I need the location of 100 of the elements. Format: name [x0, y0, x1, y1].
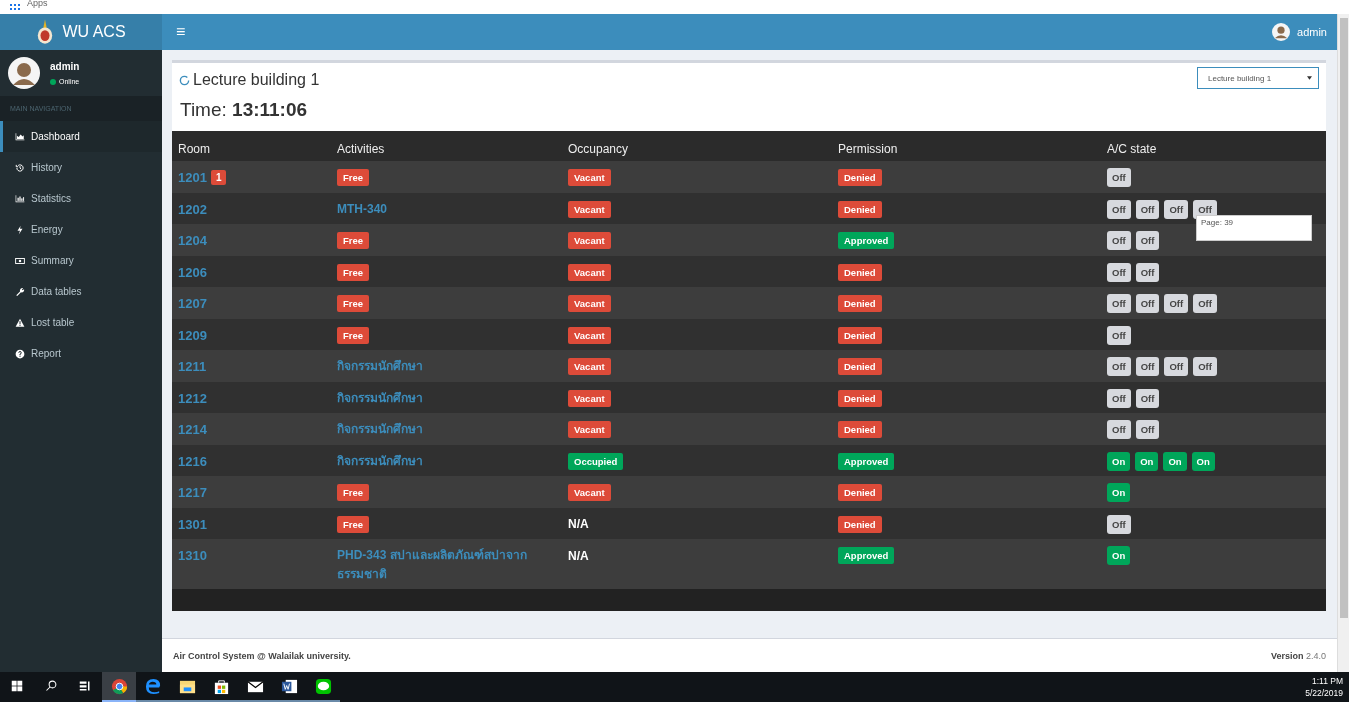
store-bag-icon [212, 677, 230, 695]
footer-credit: Air Control System @ Walailak university. [173, 650, 351, 661]
permission-status: Denied [838, 295, 882, 313]
ac-toggle-button[interactable]: Off [1135, 388, 1160, 408]
permission-status: Approved [838, 232, 895, 250]
room-link[interactable]: 1202 [178, 201, 207, 217]
ac-toggle-button[interactable]: Off [1107, 262, 1131, 282]
ac-toggle-button[interactable]: Off [1107, 231, 1131, 251]
activity-link[interactable]: MTH-340 [337, 199, 387, 219]
activity-status: Free [337, 232, 370, 250]
ac-toggle-button[interactable]: Off [1107, 357, 1131, 377]
permission-status: Denied [838, 515, 882, 533]
version-text: Version 2.4.0 [1270, 650, 1326, 661]
tooltip: Page: 39 [1196, 215, 1312, 241]
occupancy-text: N/A [568, 517, 589, 532]
document-app-icon [280, 677, 298, 695]
ac-toggle-button[interactable]: Off [1193, 357, 1217, 377]
nav-item[interactable]: Lost table [0, 307, 162, 338]
browser-e-icon [144, 677, 162, 695]
permission-status: Denied [838, 169, 882, 187]
apps-grid-icon [10, 4, 22, 10]
activity-link[interactable]: กิจกรรมนักศึกษา [337, 451, 423, 471]
search-icon[interactable] [45, 680, 57, 692]
ac-toggle-button[interactable]: Off [1107, 420, 1131, 440]
room-link[interactable]: 1301 [178, 516, 207, 532]
occupancy-status: Vacant [568, 358, 611, 376]
caret-icon [1307, 76, 1312, 80]
occupancy-status: Vacant [568, 326, 611, 344]
panel-title: Lecture building 1 [179, 71, 320, 89]
ac-toggle-button[interactable]: Off [1135, 420, 1160, 440]
permission-status: Denied [838, 263, 882, 281]
task-view-icon[interactable] [79, 680, 91, 692]
column-header: Room [177, 140, 211, 158]
scrollbar-thumb[interactable] [1339, 18, 1348, 618]
ac-toggle-button[interactable]: Off [1164, 357, 1189, 377]
permission-status: Denied [838, 326, 882, 344]
apps-link[interactable]: Apps [27, 0, 48, 8]
nav-item[interactable]: History [0, 152, 162, 183]
avatar-icon [8, 57, 40, 89]
ac-toggle-button[interactable]: Off [1107, 388, 1131, 408]
occupancy-text: N/A [568, 548, 589, 563]
nav-item[interactable]: Data tables [0, 276, 162, 307]
user-menu[interactable]: admin [1272, 23, 1327, 41]
occupancy-status: Vacant [568, 200, 611, 218]
occupancy-status: Vacant [568, 389, 611, 407]
occupancy-status: Vacant [568, 263, 611, 281]
activity-link[interactable]: กิจกรรมนักศึกษา [337, 388, 423, 408]
ac-toggle-button[interactable]: Off [1164, 199, 1189, 219]
activity-status: Free [337, 515, 370, 533]
nav-item[interactable]: Energy [0, 214, 162, 245]
ac-toggle-button[interactable]: Off [1135, 357, 1160, 377]
nav-item[interactable]: Dashboard [0, 121, 162, 152]
ac-toggle-button[interactable]: Off [1135, 199, 1160, 219]
warning-icon [15, 317, 25, 328]
banknote-icon [15, 255, 25, 266]
ac-toggle-button[interactable]: Off [1164, 294, 1189, 314]
nav-item[interactable]: Summary [0, 245, 162, 276]
nav-item[interactable]: Report [0, 338, 162, 369]
app-title: WU ACS [62, 23, 126, 41]
column-header: Activities [336, 140, 386, 158]
ac-toggle-button[interactable]: Off [1107, 514, 1131, 534]
wrench-icon [15, 286, 25, 297]
occupancy-status: Vacant [568, 295, 611, 313]
occupancy-status: Occupied [568, 452, 624, 470]
nav-item[interactable]: Statistics [0, 183, 162, 214]
ac-toggle-button[interactable]: Off [1193, 294, 1217, 314]
help-icon [15, 348, 25, 359]
activity-status: Free [337, 169, 370, 187]
room-link[interactable]: 1212 [178, 390, 207, 406]
permission-status: Approved [838, 547, 895, 565]
spinner-icon [179, 74, 190, 86]
permission-status: Denied [838, 421, 882, 439]
building-dropdown[interactable]: Lecture building 1 [1197, 67, 1319, 89]
menu-toggle-button[interactable]: ≡ [172, 23, 190, 41]
occupancy-status: Vacant [568, 484, 611, 502]
history-icon [15, 162, 25, 173]
permission-status: Approved [838, 452, 895, 470]
ac-toggle-button[interactable]: Off [1135, 294, 1160, 314]
column-header: Occupancy [567, 140, 630, 158]
clock-date: 5/22/2019 [1305, 687, 1343, 699]
activity-status: Free [337, 295, 370, 313]
room-link[interactable]: 1216 [178, 453, 207, 469]
emblem-icon [36, 19, 55, 45]
browser-icon [110, 677, 128, 695]
room-link[interactable]: 1209 [178, 327, 207, 343]
ac-toggle-button[interactable]: Off [1107, 199, 1131, 219]
taskbar-app-button[interactable] [102, 672, 136, 702]
activity-status: Free [337, 326, 370, 344]
activity-status: Free [337, 484, 370, 502]
chat-app-icon [314, 677, 332, 695]
room-link[interactable]: 1206 [178, 264, 207, 280]
ac-toggle-button[interactable]: Off [1107, 294, 1131, 314]
occupancy-status: Vacant [568, 169, 611, 187]
current-time: Time: 13:11:06 [179, 98, 309, 122]
column-header: A/C state [1106, 140, 1158, 158]
start-icon[interactable] [11, 680, 23, 692]
ac-toggle-button[interactable]: Off [1107, 168, 1131, 188]
ac-toggle-button[interactable]: Off [1135, 231, 1160, 251]
ac-toggle-button[interactable]: Off [1135, 262, 1160, 282]
ac-toggle-button[interactable]: Off [1107, 325, 1131, 345]
